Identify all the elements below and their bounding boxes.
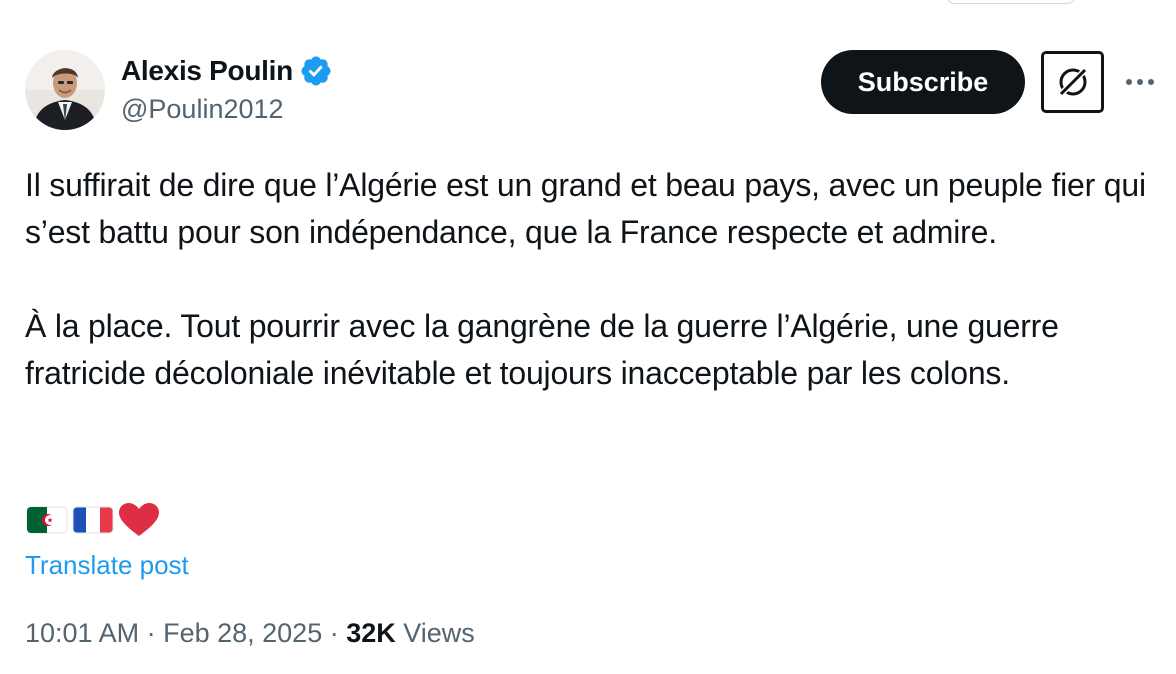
france-flag-icon (72, 506, 114, 534)
post-time[interactable]: 10:01 AM (25, 618, 139, 648)
top-partial-button[interactable] (946, 0, 1076, 4)
post-text: Il suffirait de dire que l’Algérie est u… (25, 162, 1155, 397)
post-paragraph: À la place. Tout pourrir avec la gangrèn… (25, 308, 1059, 391)
author-display-name[interactable]: Alexis Poulin (121, 55, 293, 87)
red-heart-icon (119, 503, 159, 536)
translate-post-link[interactable]: Translate post (25, 550, 189, 581)
meta-separator: · (139, 618, 164, 648)
post-meta: 10:01 AM · Feb 28, 2025 · 32K Views (25, 618, 475, 649)
subscribe-button[interactable]: Subscribe (821, 50, 1025, 114)
emoji-row (26, 500, 160, 540)
views-count: 32K (346, 618, 396, 648)
avatar[interactable] (25, 50, 105, 130)
grok-icon (1056, 65, 1089, 99)
grok-button[interactable] (1041, 51, 1104, 113)
post-date[interactable]: Feb 28, 2025 (163, 618, 322, 648)
post-paragraph: Il suffirait de dire que l’Algérie est u… (25, 167, 1146, 250)
more-horizontal-icon (1126, 79, 1154, 85)
views-label: Views (403, 618, 475, 648)
author-handle[interactable]: @Poulin2012 (121, 94, 284, 125)
verified-badge-icon[interactable] (299, 54, 333, 88)
meta-separator: · (322, 618, 347, 648)
profile-photo-icon (25, 50, 105, 130)
algeria-flag-icon (26, 506, 68, 534)
more-options-button[interactable] (1122, 68, 1158, 96)
author-name-row[interactable]: Alexis Poulin (121, 54, 333, 88)
